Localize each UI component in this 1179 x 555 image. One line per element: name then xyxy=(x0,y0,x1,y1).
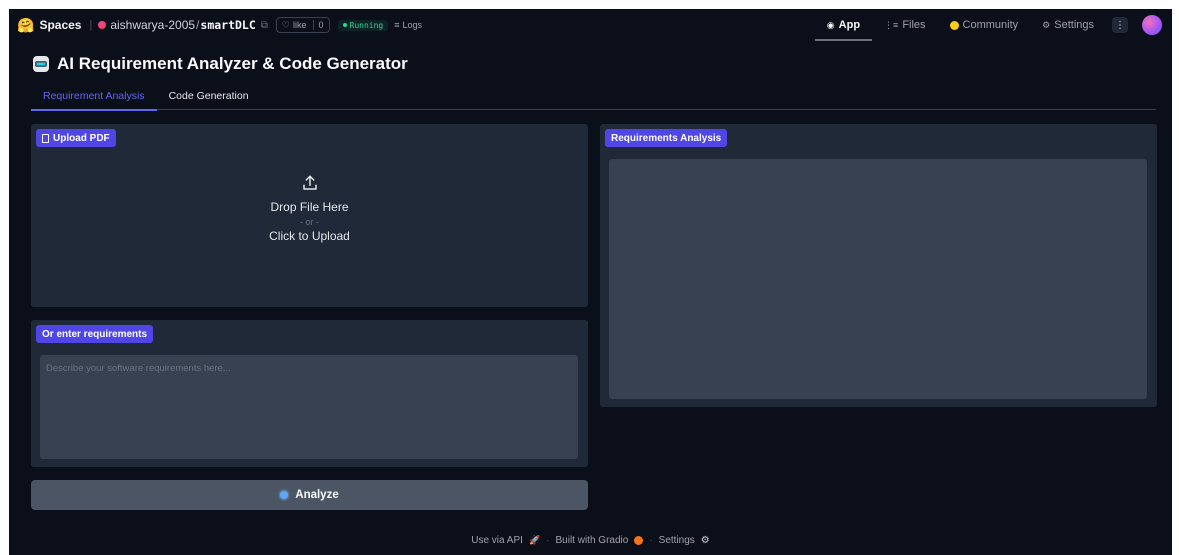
owner-avatar-icon xyxy=(98,21,107,29)
tab-code-generation[interactable]: Code Generation xyxy=(157,89,261,110)
gear-icon: ⚙ xyxy=(700,535,710,546)
analyze-button-label: Analyze xyxy=(295,489,339,501)
file-drop-zone[interactable]: Drop File Here - or - Click to Upload xyxy=(31,174,588,243)
community-icon xyxy=(949,20,959,30)
logs-icon: ≡ xyxy=(394,20,400,30)
more-options-button[interactable]: ⋮ xyxy=(1112,17,1128,33)
gear-icon: ⚙ xyxy=(1042,19,1051,30)
logs-button[interactable]: ≡ Logs xyxy=(394,20,422,30)
tab-requirement-analysis[interactable]: Requirement Analysis xyxy=(31,89,157,111)
rocket-icon: 🚀 xyxy=(528,535,541,545)
status-dot-icon xyxy=(342,23,347,27)
file-icon xyxy=(42,133,49,143)
status-badge: Running xyxy=(337,19,389,31)
nav-app[interactable]: ◉ App xyxy=(814,9,873,41)
like-label: like xyxy=(293,20,307,30)
nav-app-label: App xyxy=(838,19,861,31)
footer-separator: · xyxy=(649,535,653,546)
upload-pdf-label-text: Upload PDF xyxy=(53,132,110,144)
drop-file-text: Drop File Here xyxy=(270,200,349,214)
nav-files-label: Files xyxy=(902,19,926,31)
gradio-logo-icon xyxy=(634,536,644,545)
upload-pdf-label: Upload PDF xyxy=(36,129,116,147)
upload-pdf-panel[interactable]: Upload PDF Drop File Here - or - Click t… xyxy=(31,124,588,307)
or-separator-text: - or - xyxy=(300,217,319,227)
spaces-link[interactable]: Spaces xyxy=(39,18,81,32)
page-title-text: AI Requirement Analyzer & Code Generator xyxy=(57,54,408,73)
click-to-upload-text: Click to Upload xyxy=(269,229,350,243)
like-count: 0 xyxy=(312,20,324,30)
user-avatar[interactable] xyxy=(1142,15,1162,35)
divider: | xyxy=(89,19,93,31)
robot-icon xyxy=(33,56,49,72)
copy-icon[interactable]: ⧉ xyxy=(261,20,268,31)
top-bar: 🤗 Spaces | aishwarya-2005 / smartDLC ⧉ ♡… xyxy=(9,9,1172,41)
requirements-analysis-panel: Requirements Analysis xyxy=(600,124,1157,407)
requirements-label: Or enter requirements xyxy=(36,325,154,343)
footer-settings-link[interactable]: Settings xyxy=(659,535,695,546)
page-title: AI Requirement Analyzer & Code Generator xyxy=(33,54,408,74)
requirements-input[interactable] xyxy=(40,355,578,459)
footer-separator: · xyxy=(546,535,550,546)
nav-files[interactable]: ⋮≡ Files xyxy=(872,9,938,41)
nav-settings-label: Settings xyxy=(1054,19,1094,31)
space-nav: ◉ App ⋮≡ Files Community ⚙ Settings ⋮ xyxy=(814,9,1162,41)
use-via-api-link[interactable]: Use via API xyxy=(471,535,523,546)
analyze-icon xyxy=(280,491,289,499)
requirements-panel: Or enter requirements xyxy=(31,320,588,467)
like-button[interactable]: ♡ like 0 xyxy=(275,17,330,33)
space-breadcrumb: 🤗 Spaces | aishwarya-2005 / smartDLC ⧉ ♡… xyxy=(17,17,815,33)
analyze-button[interactable]: Analyze xyxy=(31,480,588,510)
hugging-face-logo-icon[interactable]: 🤗 xyxy=(17,18,34,32)
nav-community-label: Community xyxy=(962,19,1019,31)
requirements-analysis-label: Requirements Analysis xyxy=(605,129,728,147)
files-icon: ⋮≡ xyxy=(884,19,899,30)
upload-icon xyxy=(302,175,317,190)
owner-link[interactable]: aishwarya-2005 xyxy=(110,18,195,32)
path-separator: / xyxy=(196,18,200,32)
heart-icon: ♡ xyxy=(281,19,290,30)
app-icon: ◉ xyxy=(826,19,835,30)
tab-bar: Requirement Analysis Code Generation xyxy=(31,89,1156,111)
built-with-gradio-link[interactable]: Built with Gradio xyxy=(556,535,629,546)
status-text: Running xyxy=(349,20,384,30)
app-window: 🤗 Spaces | aishwarya-2005 / smartDLC ⧉ ♡… xyxy=(9,9,1172,555)
requirements-analysis-output[interactable] xyxy=(609,159,1147,399)
logs-label: Logs xyxy=(402,20,423,30)
repo-link[interactable]: smartDLC xyxy=(200,18,255,32)
nav-community[interactable]: Community xyxy=(938,9,1031,41)
nav-settings[interactable]: ⚙ Settings xyxy=(1030,9,1106,41)
footer: Use via API 🚀 · Built with Gradio · Sett… xyxy=(9,535,1172,546)
